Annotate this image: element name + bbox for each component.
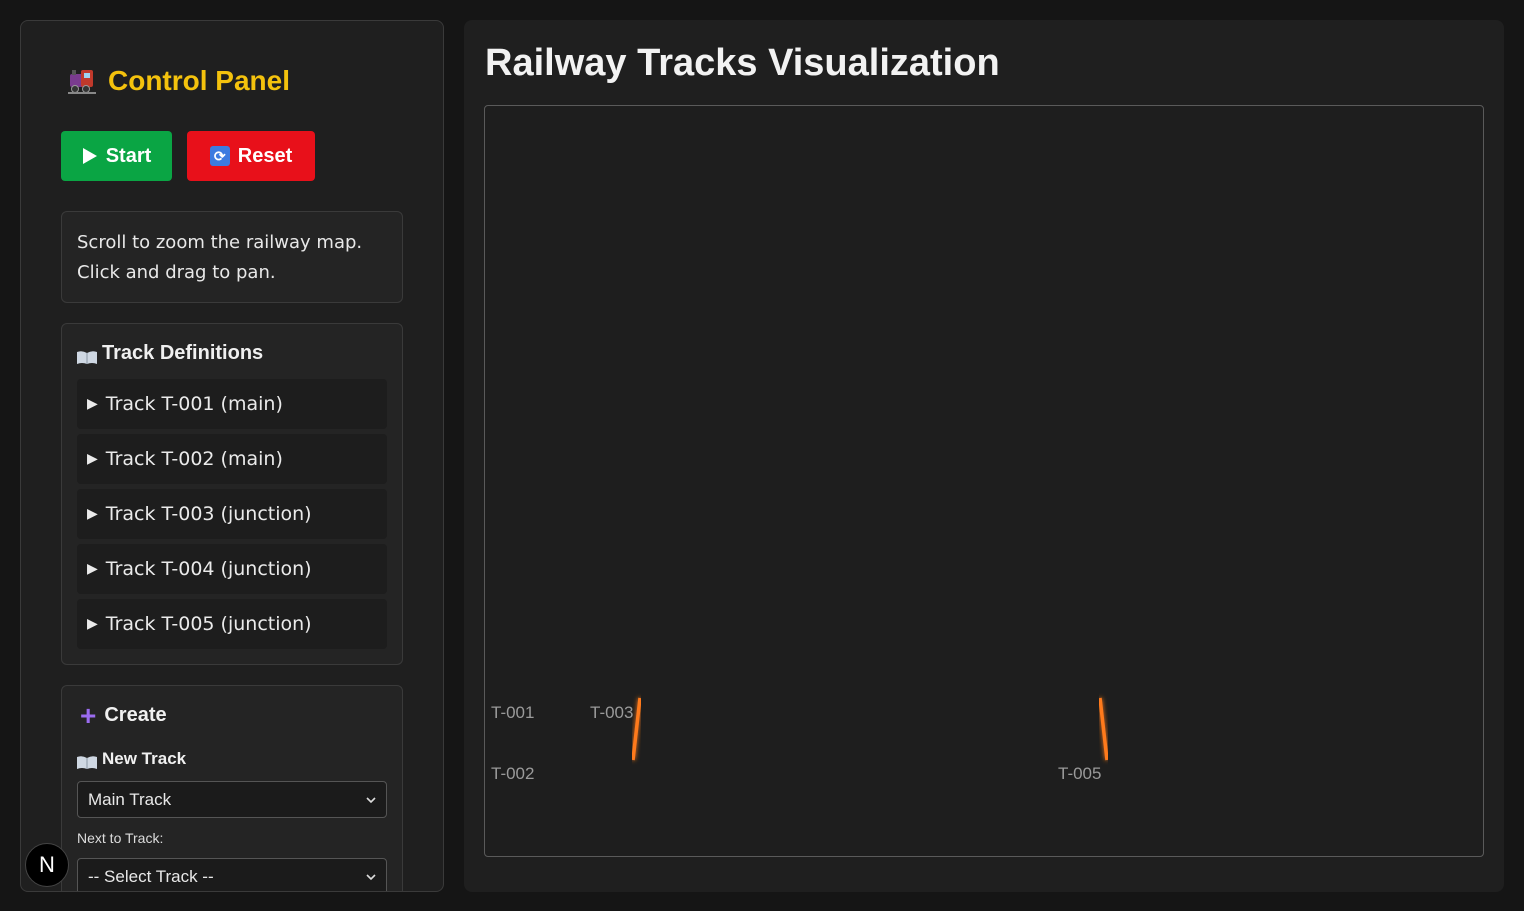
new-track-title: New Track bbox=[102, 749, 187, 768]
dev-tools-badge[interactable]: N bbox=[25, 843, 69, 887]
refresh-icon: ⟳ bbox=[209, 146, 230, 166]
map-label-t-002: T-002 bbox=[491, 764, 534, 783]
track-definitions-section: Track Definitions ▶ Track T-001 (main) ▶… bbox=[61, 323, 403, 665]
badge-letter: N bbox=[39, 852, 55, 877]
reset-button[interactable]: ⟳ Reset bbox=[187, 131, 315, 181]
track-item-t-001[interactable]: ▶ Track T-001 (main) bbox=[77, 379, 387, 429]
next-to-track-label: Next to Track: bbox=[77, 830, 164, 846]
track-item-t-002[interactable]: ▶ Track T-002 (main) bbox=[77, 434, 387, 484]
panel-title: Control Panel bbox=[66, 65, 290, 97]
expand-triangle-icon: ▶ bbox=[87, 396, 98, 412]
track-item-t-003[interactable]: ▶ Track T-003 (junction) bbox=[77, 489, 387, 539]
expand-triangle-icon: ▶ bbox=[87, 561, 98, 577]
track-item-t-004[interactable]: ▶ Track T-004 (junction) bbox=[77, 544, 387, 594]
reset-button-label: Reset bbox=[237, 144, 293, 167]
plus-icon: + bbox=[80, 699, 97, 731]
book-icon bbox=[77, 350, 97, 364]
expand-triangle-icon: ▶ bbox=[87, 451, 98, 467]
track-item-label: Track T-005 (junction) bbox=[105, 613, 312, 635]
create-title: Create bbox=[104, 704, 167, 726]
map-label-t-003: T-003 bbox=[590, 703, 633, 722]
page-title: Railway Tracks Visualization bbox=[485, 42, 1000, 84]
track-definitions-title: Track Definitions bbox=[102, 342, 264, 364]
map-label-t-005: T-005 bbox=[1058, 764, 1101, 783]
train-icon bbox=[68, 70, 96, 94]
chevron-down-icon bbox=[366, 873, 376, 880]
track-item-label: Track T-002 (main) bbox=[105, 448, 283, 470]
expand-triangle-icon: ▶ bbox=[87, 616, 98, 632]
help-line-pan: Click and drag to pan. bbox=[77, 262, 276, 283]
help-line-zoom: Scroll to zoom the railway map. bbox=[77, 232, 363, 253]
help-box: Scroll to zoom the railway map. Click an… bbox=[61, 211, 403, 303]
new-track-heading: New Track bbox=[76, 748, 186, 770]
play-icon bbox=[82, 148, 97, 164]
book-icon bbox=[77, 756, 97, 769]
track-item-label: Track T-003 (junction) bbox=[105, 503, 312, 525]
create-heading: + Create bbox=[80, 699, 167, 731]
track-type-value: Main Track bbox=[88, 789, 172, 809]
track-item-label: Track T-001 (main) bbox=[105, 393, 283, 415]
start-button-label: Start bbox=[105, 144, 152, 167]
create-section: + Create New Track Main Track Next to Tr… bbox=[61, 685, 403, 891]
panel-title-text: Control Panel bbox=[108, 65, 291, 96]
track-type-select[interactable]: Main Track bbox=[77, 781, 387, 818]
track-definitions-heading: Track Definitions bbox=[76, 342, 263, 365]
railway-map[interactable]: T-001 T-003 T-002 T-005 bbox=[484, 105, 1484, 857]
control-panel: Control Panel Start ⟳ Reset Scroll to zo… bbox=[20, 20, 444, 892]
map-label-t-001: T-001 bbox=[491, 703, 534, 722]
next-to-track-select[interactable]: -- Select Track -- bbox=[77, 858, 387, 891]
track-item-t-005[interactable]: ▶ Track T-005 (junction) bbox=[77, 599, 387, 649]
track-item-label: Track T-004 (junction) bbox=[105, 558, 312, 580]
track-t-005-line[interactable] bbox=[1098, 697, 1109, 761]
visualization-panel: Railway Tracks Visualization T-001 T-003… bbox=[464, 20, 1504, 892]
start-button[interactable]: Start bbox=[61, 131, 172, 181]
expand-triangle-icon: ▶ bbox=[87, 506, 98, 522]
next-to-track-value: -- Select Track -- bbox=[88, 866, 214, 886]
railway-map-canvas: T-001 T-003 T-002 T-005 bbox=[485, 696, 1483, 783]
chevron-down-icon bbox=[366, 796, 376, 803]
track-t-003-line[interactable] bbox=[631, 697, 642, 761]
